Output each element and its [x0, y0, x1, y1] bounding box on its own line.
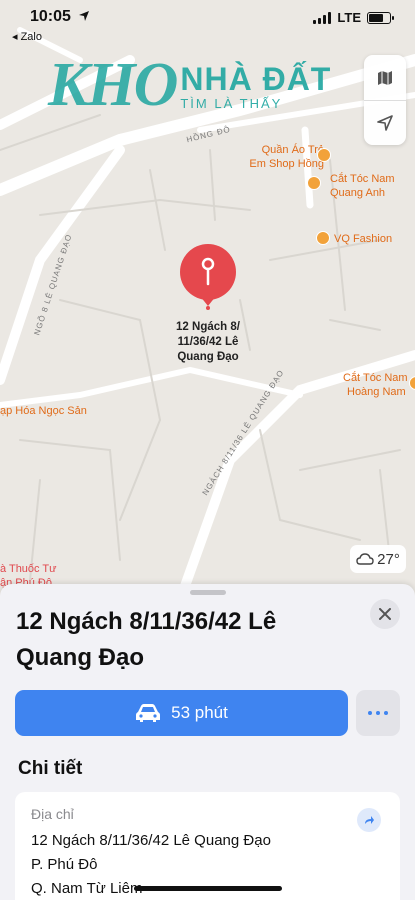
battery-icon [367, 11, 394, 24]
more-dot [368, 711, 372, 715]
poi-line: Cắt Tóc Nam [343, 372, 408, 384]
pin-label: 12 Ngách 8/ 11/36/42 Lê Quang Đạo [176, 321, 240, 363]
directions-button[interactable]: 53 phút [15, 690, 348, 736]
poi-line: Cắt Tóc Nam [330, 173, 395, 185]
address-line: Q. Nam Từ Liêm [31, 880, 143, 897]
status-time: 10:05 [30, 8, 90, 26]
close-icon [379, 608, 391, 620]
poi-label-cat-toc-quang-anh[interactable]: Cắt Tóc Nam Quang Anh [330, 172, 395, 200]
scissors-icon[interactable] [307, 176, 321, 190]
weather-badge: 27° [350, 545, 406, 573]
poi-line: Hoàng Nam [347, 386, 406, 398]
close-button[interactable] [370, 599, 400, 629]
map-controls [364, 55, 406, 145]
cellular-signal-icon [313, 11, 332, 24]
more-dot [384, 711, 388, 715]
watermark-subtitle: TÌM LÀ THẤY [180, 95, 283, 111]
poi-label-cat-toc-hoang-nam[interactable]: Cắt Tóc Nam Hoàng Nam [343, 371, 408, 399]
details-section-title: Chi tiết [18, 758, 83, 779]
sheet-grabber[interactable] [190, 590, 226, 595]
share-arrow-icon [365, 816, 374, 824]
location-arrow-icon [377, 115, 393, 131]
address-line: 12 Ngách 8/11/36/42 Lê Quang Đạo [31, 832, 271, 849]
status-indicators: LTE [313, 10, 394, 25]
shop-icon[interactable] [316, 231, 330, 245]
poi-line: à Thuốc Tư [0, 563, 57, 575]
poi-line: Quang Anh [330, 187, 386, 199]
address-line: P. Phú Đô [31, 856, 98, 873]
more-dot [376, 711, 380, 715]
cloud-icon [356, 553, 374, 565]
back-to-app-link[interactable]: ◂ Zalo [12, 30, 42, 43]
poi-label-quan-ao[interactable]: Quần Áo Trẻ Em Shop Hồng [234, 143, 324, 171]
travel-time: 53 phút [171, 703, 228, 722]
map-icon [378, 70, 392, 85]
shop-icon[interactable] [317, 148, 331, 162]
poi-line: Quần Áo Trẻ [261, 144, 324, 156]
temperature: 27° [377, 550, 400, 568]
clock: 10:05 [30, 8, 71, 25]
more-options-button[interactable] [356, 690, 400, 736]
poi-label-vq-fashion[interactable]: VQ Fashion [334, 232, 392, 246]
location-pin[interactable] [178, 244, 238, 310]
watermark-kho: KHO [48, 51, 178, 119]
location-services-icon [79, 11, 90, 21]
home-indicator[interactable] [134, 886, 282, 891]
watermark-title: NHÀ ĐẤT [180, 60, 332, 97]
copy-address-button[interactable] [357, 808, 381, 832]
map-mode-button[interactable] [364, 55, 406, 100]
car-icon [136, 704, 161, 722]
place-title: 12 Ngách 8/11/36/42 Lê Quang Đạo [16, 608, 277, 671]
address-card: Địa chỉ 12 Ngách 8/11/36/42 Lê Quang Đạo… [15, 792, 400, 900]
poi-label-tap-hoa[interactable]: ạp Hóa Ngọc Sản [0, 404, 87, 418]
poi-line: Em Shop Hồng [249, 158, 324, 170]
watermark-logo: KHO NHÀ ĐẤT TÌM LÀ THẤY [48, 50, 331, 121]
locate-me-button[interactable] [364, 100, 406, 145]
place-sheet[interactable]: 12 Ngách 8/11/36/42 Lê Quang Đạo 53 phút… [0, 584, 415, 900]
network-type: LTE [337, 10, 361, 25]
address-label: Địa chỉ [31, 806, 74, 822]
status-bar: 10:05 ◂ Zalo LTE [0, 0, 415, 44]
pin-icon [180, 244, 236, 310]
